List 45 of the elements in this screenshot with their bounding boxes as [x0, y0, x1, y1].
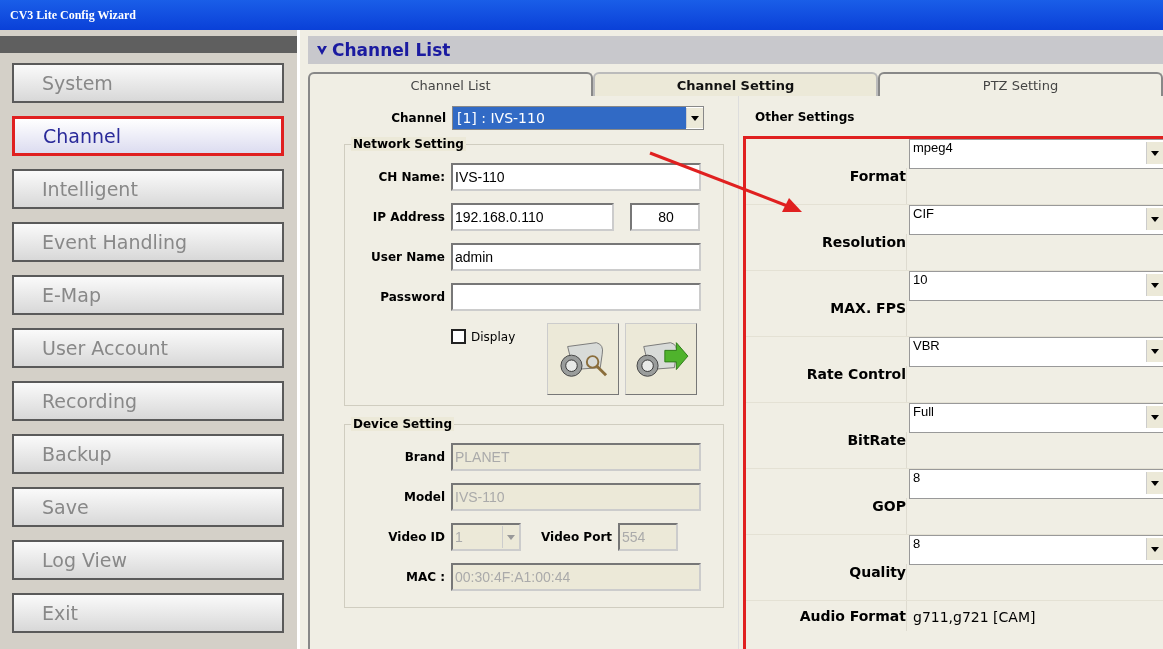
field-label: Resolution — [746, 234, 907, 270]
camera-connect-button[interactable] — [625, 323, 697, 395]
dropdown[interactable]: CIF — [909, 205, 1163, 235]
tab[interactable]: PTZ Setting — [878, 72, 1163, 96]
checkbox[interactable] — [451, 329, 466, 344]
dropdown[interactable]: mpeg4 — [909, 139, 1163, 169]
field-label: User Name — [370, 250, 445, 264]
field-label: Video ID — [387, 530, 445, 544]
dropdown[interactable]: 8 — [909, 469, 1163, 499]
group-title: Other Settings — [755, 110, 856, 124]
field-label: IP Address — [371, 210, 445, 224]
field-label: Video Port — [541, 530, 613, 544]
dropdown[interactable]: VBR — [909, 337, 1163, 367]
text-field[interactable]: IVS-110 — [451, 163, 701, 191]
text-field[interactable] — [451, 283, 701, 311]
text-field[interactable]: admin — [451, 243, 701, 271]
field-label: GOP — [746, 498, 907, 534]
field-label: CH Name: — [377, 170, 445, 184]
field-label: Password — [379, 290, 445, 304]
field-label: Model — [402, 490, 445, 504]
nav-button[interactable]: Channel — [12, 116, 284, 156]
tab[interactable]: Channel Setting — [593, 72, 878, 96]
field-label: Channel — [390, 111, 446, 125]
field-value: g711,g721 [CAM] — [913, 608, 1036, 625]
text-field[interactable]: 192.168.0.110 — [451, 203, 614, 231]
field-label: MAC : — [405, 570, 445, 584]
group-title: Network Setting — [351, 137, 466, 151]
field-label: Audio Format — [746, 601, 907, 631]
window-title: CV3 Lite Config Wizard — [10, 7, 136, 23]
panel-title: Channel List — [332, 40, 451, 60]
field-label: Rate Control — [746, 366, 907, 402]
dropdown[interactable]: 8 — [909, 535, 1163, 565]
chevron-icon — [316, 44, 328, 56]
port-field[interactable]: 80 — [630, 203, 700, 231]
field-label: Quality — [746, 564, 907, 600]
group-title: Device Setting — [351, 417, 454, 431]
tab[interactable]: Channel List — [308, 72, 593, 96]
field-label: MAX. FPS — [746, 300, 907, 336]
dropdown[interactable]: Full — [909, 403, 1163, 433]
display-checkbox[interactable]: Display — [451, 329, 541, 344]
dropdown[interactable]: 10 — [909, 271, 1163, 301]
search-camera-button[interactable] — [547, 323, 619, 395]
field-label: BitRate — [746, 432, 907, 468]
channel-dropdown[interactable]: [1] : IVS-110 — [452, 106, 704, 130]
field-label: Brand — [403, 450, 445, 464]
